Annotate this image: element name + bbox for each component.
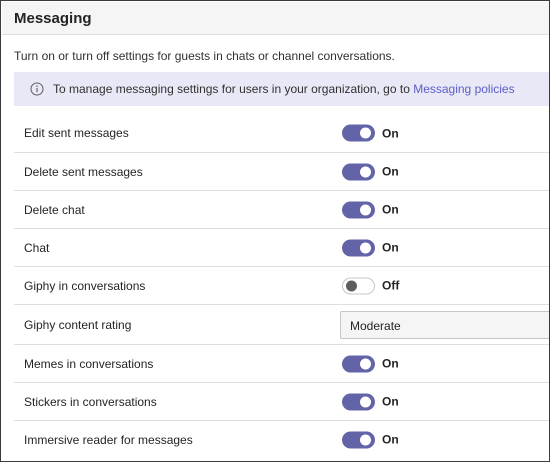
giphy-content-rating-dropdown[interactable]: Moderate	[340, 310, 549, 339]
messaging-policies-link[interactable]: Messaging policies	[413, 82, 514, 96]
section-description: Turn on or turn off settings for guests …	[14, 49, 395, 63]
page-title: Messaging	[14, 10, 92, 27]
setting-label: Chat	[24, 240, 50, 255]
setting-row-delete-chat: Delete chat On	[14, 190, 549, 228]
chat-toggle[interactable]: On	[342, 239, 399, 256]
delete-chat-toggle[interactable]: On	[342, 201, 399, 218]
toggle-state-label: On	[382, 432, 399, 447]
toggle-switch[interactable]	[342, 431, 375, 448]
setting-label: Stickers in conversations	[24, 394, 157, 409]
setting-row-edit-sent-messages: Edit sent messages On	[14, 114, 549, 152]
toggle-switch[interactable]	[342, 201, 375, 218]
setting-row-giphy-in-conversations: Giphy in conversations Off	[14, 266, 549, 304]
toggle-switch[interactable]	[342, 393, 375, 410]
stickers-in-conversations-toggle[interactable]: On	[342, 393, 399, 410]
setting-row-stickers-in-conversations: Stickers in conversations On	[14, 382, 549, 420]
setting-label: Immersive reader for messages	[24, 432, 193, 447]
toggle-state-label: On	[382, 164, 399, 179]
info-icon	[30, 82, 44, 96]
setting-label: Memes in conversations	[24, 356, 154, 371]
header-band: Messaging	[2, 2, 549, 35]
giphy-in-conversations-toggle[interactable]: Off	[342, 277, 399, 294]
setting-label: Giphy content rating	[24, 317, 132, 332]
info-banner: To manage messaging settings for users i…	[14, 72, 549, 106]
edit-sent-messages-toggle[interactable]: On	[342, 124, 399, 142]
setting-row-chat: Chat On	[14, 228, 549, 266]
setting-label: Edit sent messages	[24, 126, 129, 140]
toggle-state-label: On	[382, 240, 399, 255]
toggle-state-label: On	[382, 126, 399, 140]
toggle-switch[interactable]	[342, 124, 375, 142]
toggle-state-label: On	[382, 356, 399, 371]
delete-sent-messages-toggle[interactable]: On	[342, 163, 399, 180]
toggle-state-label: On	[382, 394, 399, 409]
toggle-knob	[360, 204, 371, 215]
memes-in-conversations-toggle[interactable]: On	[342, 355, 399, 372]
messaging-settings-panel: Messaging Turn on or turn off settings f…	[0, 0, 550, 462]
toggle-switch[interactable]	[342, 239, 375, 256]
immersive-reader-toggle[interactable]: On	[342, 431, 399, 448]
banner-message: To manage messaging settings for users i…	[53, 82, 515, 96]
toggle-knob	[360, 242, 371, 253]
setting-row-memes-in-conversations: Memes in conversations On	[14, 344, 549, 382]
toggle-state-label: On	[382, 202, 399, 217]
toggle-switch[interactable]	[342, 163, 375, 180]
setting-row-giphy-content-rating: Giphy content rating Moderate	[14, 304, 549, 344]
toggle-switch[interactable]	[342, 355, 375, 372]
dropdown-selected-value: Moderate	[350, 318, 401, 333]
toggle-switch[interactable]	[342, 277, 375, 294]
toggle-knob	[360, 396, 371, 407]
toggle-knob	[360, 127, 371, 139]
toggle-state-label: Off	[382, 278, 400, 293]
setting-label: Delete sent messages	[24, 164, 143, 179]
setting-label: Delete chat	[24, 202, 85, 217]
setting-label: Giphy in conversations	[24, 278, 146, 293]
toggle-knob	[360, 166, 371, 177]
banner-text: To manage messaging settings for users i…	[53, 82, 414, 96]
toggle-knob	[360, 434, 371, 445]
setting-row-delete-sent-messages: Delete sent messages On	[14, 152, 549, 190]
settings-list: Edit sent messages On Delete sent messag…	[14, 114, 549, 458]
toggle-knob	[346, 280, 357, 291]
toggle-knob	[360, 358, 371, 369]
setting-row-immersive-reader: Immersive reader for messages On	[14, 420, 549, 458]
